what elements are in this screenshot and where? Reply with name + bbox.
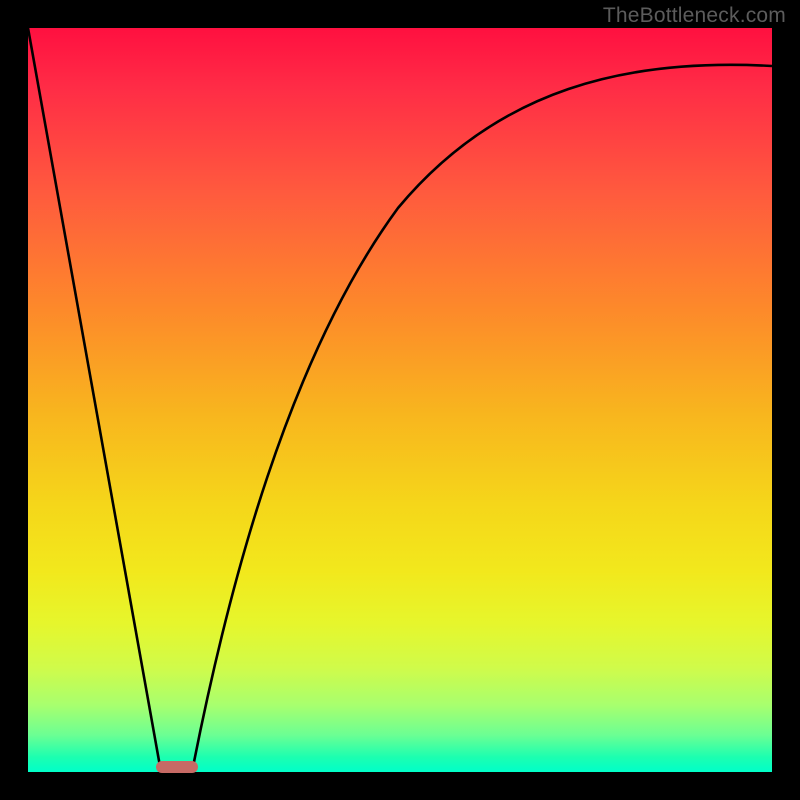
- plot-area: [28, 28, 772, 772]
- chart-frame: TheBottleneck.com: [0, 0, 800, 800]
- bottleneck-marker: [156, 761, 198, 773]
- curves-svg: [28, 28, 772, 772]
- curve-left: [28, 28, 161, 772]
- watermark-text: TheBottleneck.com: [603, 4, 786, 28]
- curve-right: [192, 65, 772, 772]
